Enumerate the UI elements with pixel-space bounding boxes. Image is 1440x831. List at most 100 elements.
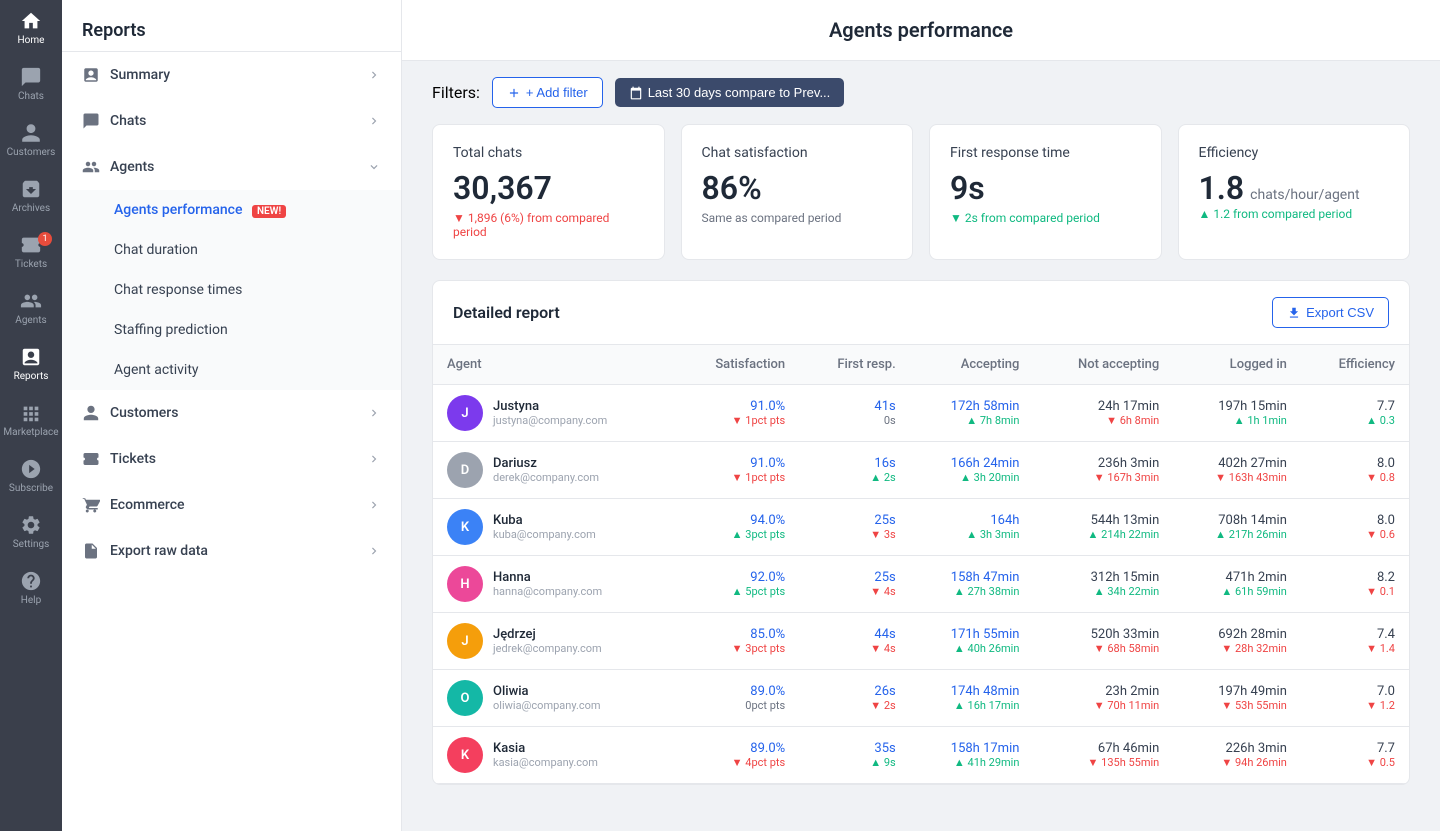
sidebar-customers-label: Customers: [110, 405, 178, 421]
table-row: K Kasia kasia@company.com 89.0% ▼ 4pct p…: [433, 727, 1409, 784]
sidebar-subitem-agents-performance[interactable]: Agents performance NEW!: [62, 190, 401, 230]
nav-home[interactable]: Home: [0, 0, 62, 56]
satisfaction-change: ▼ 4pct pts: [732, 756, 786, 769]
efficiency-cell: 7.7 ▲ 0.3: [1301, 385, 1409, 442]
nav-chats-label: Chats: [18, 91, 44, 102]
sidebar-item-summary[interactable]: Summary: [62, 52, 401, 98]
date-filter-button[interactable]: Last 30 days compare to Prev...: [615, 78, 845, 107]
kpi-response-label: First response time: [950, 145, 1141, 161]
not-accepting-cell: 544h 13min ▲ 214h 22min: [1033, 499, 1173, 556]
date-filter-label: Last 30 days compare to Prev...: [648, 85, 831, 100]
satisfaction-value: 89.0%: [750, 684, 785, 699]
nav-tickets[interactable]: Tickets 1: [0, 224, 62, 280]
accepting-change: ▲ 41h 29min: [954, 756, 1020, 769]
satisfaction-value: 94.0%: [750, 513, 785, 528]
sidebar-subitem-chat-duration[interactable]: Chat duration: [62, 230, 401, 270]
logged-in-cell: 692h 28min ▼ 28h 32min: [1173, 613, 1301, 670]
sidebar-subitem-staffing-prediction[interactable]: Staffing prediction: [62, 310, 401, 350]
sidebar-item-agents[interactable]: Agents: [62, 144, 401, 190]
chevron-down-icon: [367, 160, 381, 174]
efficiency-change: ▼ 0.5: [1366, 756, 1395, 769]
agent-activity-label: Agent activity: [114, 362, 199, 378]
sidebar: Reports Summary Chats Agents Agents perf…: [62, 0, 402, 831]
agent-cell: K Kasia kasia@company.com: [433, 727, 674, 784]
sidebar-item-ecommerce[interactable]: Ecommerce: [62, 482, 401, 528]
kpi-chat-satisfaction: Chat satisfaction 86% Same as compared p…: [681, 124, 914, 260]
not-accepting-change: ▼ 68h 58min: [1094, 642, 1160, 655]
nav-help[interactable]: Help: [0, 560, 62, 616]
logged-in-change: ▲ 217h 26min: [1215, 528, 1287, 541]
first-resp-value: 35s: [874, 741, 895, 756]
kpi-efficiency: Efficiency 1.8 chats/hour/agent ▲ 1.2 fr…: [1178, 124, 1411, 260]
agent-email: kasia@company.com: [493, 756, 598, 769]
nav-agents-label: Agents: [15, 315, 46, 326]
kpi-efficiency-unit: chats/hour/agent: [1250, 187, 1359, 203]
agent-email: derek@company.com: [493, 471, 599, 484]
first-resp-change: ▼ 2s: [870, 699, 895, 712]
accepting-value: 158h 47min: [951, 570, 1020, 585]
col-efficiency: Efficiency: [1301, 345, 1409, 385]
agent-name: Justyna: [493, 399, 607, 414]
accepting-cell: 171h 55min ▲ 40h 26min: [910, 613, 1034, 670]
avatar: D: [447, 452, 483, 488]
logged-in-cell: 226h 3min ▼ 94h 26min: [1173, 727, 1301, 784]
accepting-cell: 166h 24min ▲ 3h 20min: [910, 442, 1034, 499]
kpi-total-chats-value: 30,367: [453, 169, 644, 207]
satisfaction-change: ▲ 3pct pts: [732, 528, 786, 541]
sidebar-agents-label: Agents: [110, 159, 154, 175]
satisfaction-cell: 91.0% ▼ 1pct pts: [674, 385, 799, 442]
nav-chats[interactable]: Chats: [0, 56, 62, 112]
nav-archives[interactable]: Archives: [0, 168, 62, 224]
sidebar-subitem-chat-response-times[interactable]: Chat response times: [62, 270, 401, 310]
sidebar-item-tickets[interactable]: Tickets: [62, 436, 401, 482]
first-resp-value: 25s: [874, 513, 895, 528]
sidebar-item-customers[interactable]: Customers: [62, 390, 401, 436]
nav-reports[interactable]: Reports: [0, 336, 62, 392]
not-accepting-value: 67h 46min: [1098, 741, 1159, 756]
agent-email: oliwia@company.com: [493, 699, 601, 712]
satisfaction-change: ▼ 3pct pts: [732, 642, 786, 655]
logged-in-change: ▼ 94h 26min: [1221, 756, 1287, 769]
chevron-right-icon: [367, 406, 381, 420]
agent-email: kuba@company.com: [493, 528, 596, 541]
nav-subscribe[interactable]: Subscribe: [0, 448, 62, 504]
chevron-right-icon: [367, 498, 381, 512]
agents-performance-label: Agents performance: [114, 202, 242, 218]
nav-marketplace[interactable]: Marketplace: [0, 392, 62, 448]
add-filter-button[interactable]: + Add filter: [492, 77, 603, 108]
sidebar-item-chats[interactable]: Chats: [62, 98, 401, 144]
export-csv-button[interactable]: Export CSV: [1272, 297, 1389, 328]
not-accepting-cell: 23h 2min ▼ 70h 11min: [1033, 670, 1173, 727]
first-resp-cell: 26s ▼ 2s: [799, 670, 910, 727]
nav-agents[interactable]: Agents: [0, 280, 62, 336]
table-header: Detailed report Export CSV: [433, 281, 1409, 345]
logged-in-cell: 471h 2min ▲ 61h 59min: [1173, 556, 1301, 613]
col-satisfaction: Satisfaction: [674, 345, 799, 385]
accepting-value: 164h: [990, 513, 1019, 528]
col-agent: Agent: [433, 345, 674, 385]
accepting-change: ▲ 27h 38min: [954, 585, 1020, 598]
efficiency-cell: 7.4 ▼ 1.4: [1301, 613, 1409, 670]
not-accepting-change: ▲ 214h 22min: [1088, 528, 1160, 541]
not-accepting-cell: 312h 15min ▲ 34h 22min: [1033, 556, 1173, 613]
kpi-efficiency-change-text: ▲ 1.2 from compared period: [1199, 207, 1353, 221]
logged-in-change: ▼ 28h 32min: [1221, 642, 1287, 655]
avatar: J: [447, 395, 483, 431]
kpi-satisfaction-label: Chat satisfaction: [702, 145, 893, 161]
nav-settings[interactable]: Settings: [0, 504, 62, 560]
sidebar-item-export-raw-data[interactable]: Export raw data: [62, 528, 401, 574]
new-badge: NEW!: [252, 205, 286, 218]
logged-in-change: ▼ 163h 43min: [1215, 471, 1287, 484]
kpi-efficiency-value-container: 1.8 chats/hour/agent: [1199, 169, 1390, 207]
first-resp-value: 16s: [874, 456, 895, 471]
agent-email: hanna@company.com: [493, 585, 602, 598]
accepting-cell: 172h 58min ▲ 7h 8min: [910, 385, 1034, 442]
sidebar-subitem-agent-activity[interactable]: Agent activity: [62, 350, 401, 390]
accepting-value: 172h 58min: [951, 399, 1020, 414]
nav-customers[interactable]: Customers: [0, 112, 62, 168]
agent-cell: D Dariusz derek@company.com: [433, 442, 674, 499]
main-content: Agents performance Filters: + Add filter…: [402, 0, 1440, 831]
avatar: K: [447, 737, 483, 773]
efficiency-change: ▲ 0.3: [1366, 414, 1395, 427]
kpi-response-change-text: ▼ 2s from compared period: [950, 211, 1100, 225]
